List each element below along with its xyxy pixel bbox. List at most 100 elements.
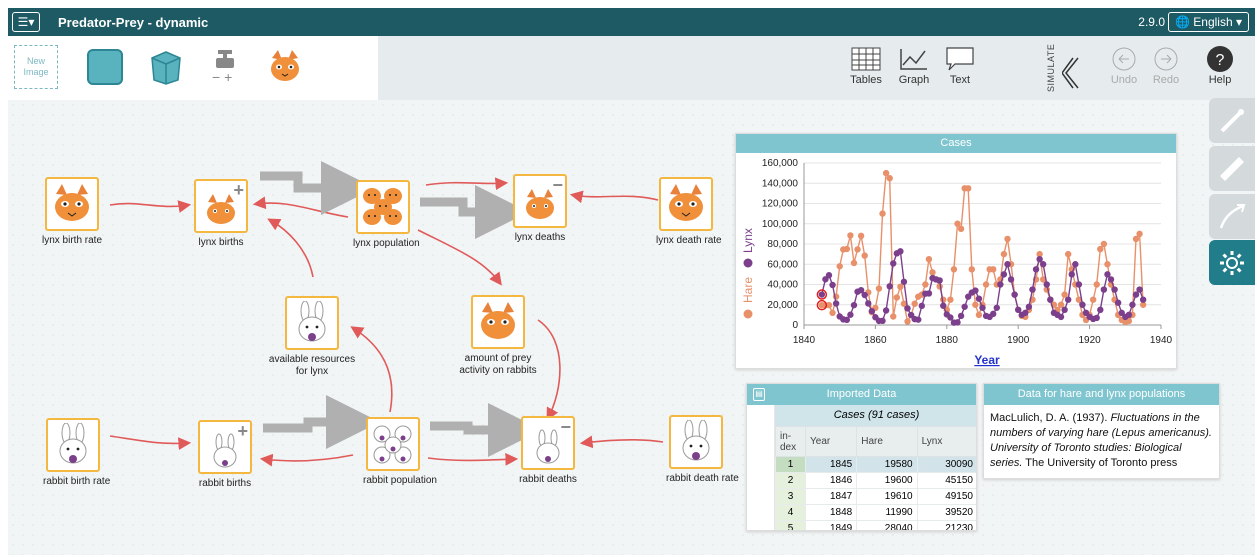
node-label: rabbit population: [363, 475, 437, 486]
simulate-toggle[interactable]: SIMULATE: [1046, 42, 1086, 94]
data-point-lynx: [868, 307, 876, 315]
table-cell[interactable]: 19580: [856, 456, 918, 473]
node-label: rabbit births: [198, 478, 252, 489]
y-tick-label: 60,000: [767, 259, 798, 270]
table-cell[interactable]: 21230: [916, 520, 976, 530]
column-header-index[interactable]: in-dex: [775, 426, 806, 457]
table-cell[interactable]: 3: [775, 488, 806, 505]
undo-button[interactable]: Undo: [1102, 44, 1146, 86]
y-tick-label: 80,000: [767, 239, 798, 250]
transfer-valve-icon[interactable]: − +: [204, 46, 246, 88]
table-cell[interactable]: 1849: [804, 520, 858, 530]
rabbit-icon: [59, 423, 87, 464]
lynx-image-icon[interactable]: [264, 46, 306, 88]
data-point-hare: [975, 311, 983, 319]
text-label: Text: [949, 74, 971, 86]
table-icon[interactable]: ▤: [753, 388, 765, 401]
data-point-lynx: [997, 281, 1004, 288]
node-lynx-deaths[interactable]: − lynx deaths: [510, 174, 570, 244]
hamburger-menu-icon[interactable]: ☰▾: [12, 12, 40, 32]
data-point-lynx: [918, 302, 926, 310]
column-header-year[interactable]: Year: [804, 426, 858, 457]
node-rabbit-population[interactable]: rabbit population: [363, 417, 437, 487]
node-lynx-population[interactable]: lynx population: [353, 180, 420, 250]
x-axis-label[interactable]: Year: [974, 353, 1000, 367]
table-cell[interactable]: 1: [775, 456, 806, 473]
data-point-lynx: [865, 300, 872, 307]
table-row[interactable]: 2 1846 19600 45150: [775, 472, 976, 489]
text-panel[interactable]: Data for hare and lynx populations MacLu…: [983, 383, 1220, 479]
node-rabbit-deaths[interactable]: − rabbit deaths: [518, 416, 578, 486]
x-tick-label: 1940: [1150, 335, 1173, 346]
data-point-hare: [875, 285, 883, 292]
node-available-resources[interactable]: available resources for lynx: [269, 296, 355, 378]
node-lynx-death-rate[interactable]: lynx death rate: [656, 177, 722, 247]
imported-data-table-panel[interactable]: ▤ Imported Data Cases (91 cases) in-dex …: [746, 383, 977, 531]
table-row[interactable]: 1 1845 19580 30090: [775, 456, 976, 473]
text-button[interactable]: Text: [938, 44, 982, 86]
x-tick-label: 1920: [1078, 335, 1101, 346]
table-cell[interactable]: 11990: [856, 504, 918, 521]
table-cell[interactable]: 30090: [916, 456, 976, 473]
table-cell[interactable]: 1847: [804, 488, 858, 505]
tab-brush[interactable]: [1209, 98, 1255, 143]
node-lynx-birth-rate[interactable]: lynx birth rate: [42, 177, 102, 247]
table-row[interactable]: 4 1848 11990 39520: [775, 504, 976, 521]
data-point-lynx: [904, 305, 911, 312]
new-image-button[interactable]: New Image: [14, 45, 58, 89]
gear-icon: [1220, 250, 1244, 275]
table-cell[interactable]: 1846: [804, 472, 858, 489]
rabbit-group-icon: [373, 425, 412, 464]
column-header-lynx[interactable]: Lynx: [916, 426, 976, 457]
teal-box-icon[interactable]: [84, 46, 126, 88]
node-rabbit-births[interactable]: + rabbit births: [195, 420, 255, 490]
data-point-lynx: [972, 287, 979, 294]
line-chart[interactable]: 0 20,000 40,000 60,000 80,000 100,000 120,000 1…: [736, 153, 1176, 368]
help-button[interactable]: ? Help: [1198, 44, 1242, 86]
graph-panel[interactable]: Cases 0 20,000 40,000 60,000 80,000 100,000 12…: [735, 133, 1177, 369]
table-cell[interactable]: 28040: [856, 520, 918, 530]
table-cell[interactable]: 39520: [916, 504, 976, 521]
table-cell[interactable]: 4: [775, 504, 806, 521]
node-label: rabbit deaths: [519, 474, 577, 485]
column-header-hare[interactable]: Hare: [856, 426, 918, 457]
data-point-lynx: [825, 272, 833, 279]
redo-button[interactable]: Redo: [1144, 44, 1188, 86]
language-selector[interactable]: 🌐 English ▾: [1168, 12, 1249, 32]
table-cell[interactable]: 49150: [916, 488, 976, 505]
y-axis-legend[interactable]: Hare Lynx: [741, 228, 755, 319]
flow-rabbit-births-to-population: [263, 395, 380, 449]
table-cell[interactable]: 5: [775, 520, 806, 530]
table-cell[interactable]: 1845: [804, 456, 858, 473]
node-amount-of-prey-activity[interactable]: amount of prey activity on rabbits: [459, 295, 537, 377]
table-cell[interactable]: 19600: [856, 472, 918, 489]
table-cell[interactable]: 1848: [804, 504, 858, 521]
cube-icon[interactable]: [144, 46, 186, 88]
tables-button[interactable]: Tables: [844, 44, 888, 86]
graph-button[interactable]: Graph: [892, 44, 936, 86]
data-point-lynx: [1107, 276, 1115, 283]
tab-settings[interactable]: [1209, 240, 1255, 285]
data-point-lynx: [900, 278, 908, 285]
tab-curve[interactable]: [1209, 194, 1255, 239]
table-cell[interactable]: 2: [775, 472, 806, 489]
text-panel-body[interactable]: MacLulich, D. A. (1937). Fluctuations in…: [984, 405, 1219, 477]
document-title[interactable]: Predator-Prey - dynamic: [58, 15, 208, 30]
text-panel-title[interactable]: Data for hare and lynx populations: [984, 384, 1219, 405]
graph-title[interactable]: Cases: [736, 134, 1176, 153]
tab-ruler[interactable]: [1209, 146, 1255, 191]
data-table[interactable]: in-dex Year Hare Lynx 1 1845 19580 30090…: [775, 426, 976, 530]
table-row[interactable]: 3 1847 19610 49150: [775, 488, 976, 505]
node-rabbit-birth-rate[interactable]: rabbit birth rate: [43, 418, 110, 488]
row-gutter: [747, 405, 775, 530]
node-rabbit-death-rate[interactable]: rabbit death rate: [666, 415, 739, 485]
table-title-bar[interactable]: ▤ Imported Data: [747, 384, 976, 405]
chart-series: [816, 169, 1147, 326]
table-row[interactable]: 5 1849 28040 21230: [775, 520, 976, 530]
data-point-hare: [972, 301, 979, 308]
data-point-lynx: [1068, 271, 1075, 278]
node-lynx-births[interactable]: + lynx births: [191, 179, 251, 249]
data-point-hare: [929, 269, 936, 276]
table-cell[interactable]: 19610: [856, 488, 918, 505]
table-cell[interactable]: 45150: [916, 472, 976, 489]
